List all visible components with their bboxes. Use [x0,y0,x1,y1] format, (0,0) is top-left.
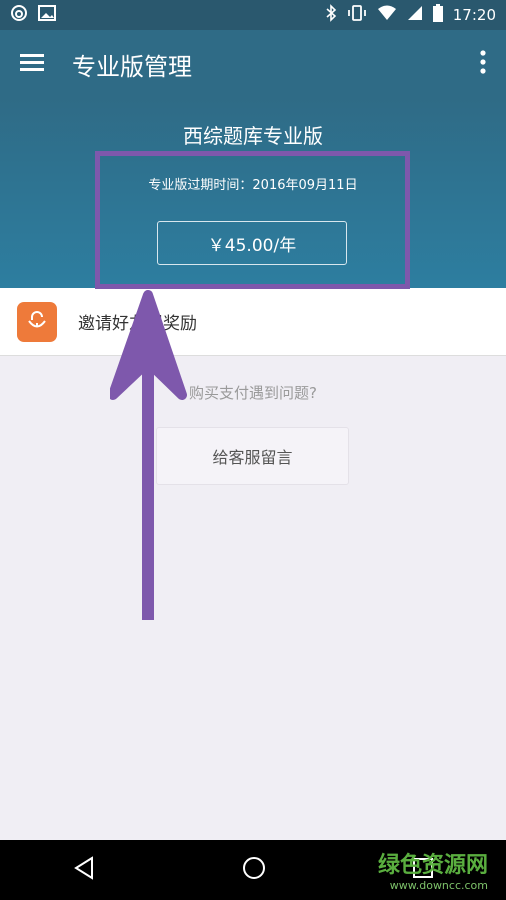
app-bar: 专业版管理 [0,30,506,98]
payment-help-text: 购买支付遇到问题? [189,384,317,402]
status-time: 17:20 [452,6,496,24]
image-icon [38,5,56,25]
home-icon[interactable] [241,855,267,885]
contact-support-button[interactable]: 给客服留言 [156,427,349,485]
watermark-url: www.downcc.com [389,879,488,892]
more-options-icon[interactable] [480,50,486,78]
unlock-icon [17,301,57,342]
bluetooth-icon [325,4,337,26]
vibrate-icon [347,5,367,25]
status-bar: 17:20 [0,0,506,30]
signal-icon [407,5,423,25]
menu-icon[interactable] [20,52,44,76]
watermark: 绿色资源网 www.downcc.com [378,847,488,892]
product-name: 西综题库专业版 [183,124,323,148]
subscription-header: 西综题库专业版 专业版过期时间：2016年09月11日 ￥45.00/年 [0,98,506,288]
page-title: 专业版管理 [72,52,192,81]
price-button[interactable]: ￥45.00/年 [157,221,347,265]
netease-icon [10,4,28,26]
invite-label: 邀请好友得奖励 [78,314,197,334]
wifi-icon [377,5,397,25]
battery-icon [432,4,443,26]
watermark-name: 绿色资源网 [377,853,488,878]
invite-friends-item[interactable]: 邀请好友得奖励 [0,288,506,356]
back-icon[interactable] [72,856,96,884]
expire-date: 专业版过期时间：2016年09月11日 [148,178,358,193]
